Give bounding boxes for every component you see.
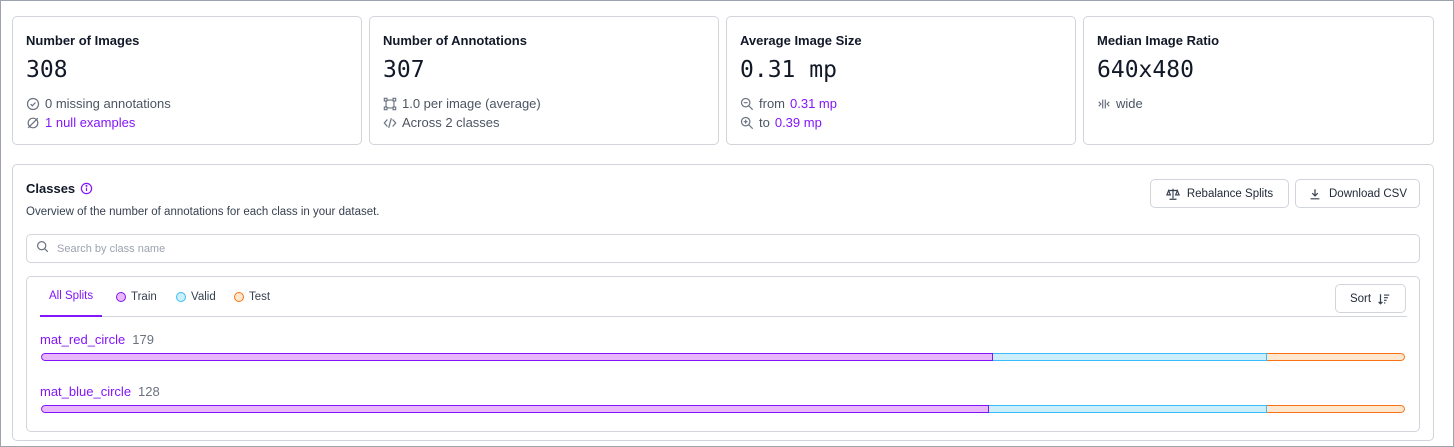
train-segment bbox=[41, 405, 989, 413]
class-row-0: mat_red_circle 179 bbox=[40, 332, 1405, 361]
test-segment bbox=[1267, 353, 1405, 361]
code-icon bbox=[383, 116, 397, 130]
search-input[interactable] bbox=[57, 242, 1357, 255]
tab-train-label: Train bbox=[131, 291, 157, 303]
stat-value: 640x480 bbox=[1097, 57, 1194, 83]
train-segment bbox=[41, 353, 994, 361]
tab-valid[interactable]: Valid bbox=[176, 277, 216, 317]
download-csv-label: Download CSV bbox=[1329, 187, 1407, 200]
sort-icon bbox=[1377, 292, 1391, 306]
tab-train[interactable]: Train bbox=[116, 277, 157, 317]
stat-title: Average Image Size bbox=[740, 33, 862, 48]
info-icon[interactable] bbox=[80, 182, 93, 195]
valid-segment bbox=[993, 353, 1268, 361]
stat-card-size: Average Image Size 0.31 mp from 0.31 mp … bbox=[726, 16, 1076, 145]
stat-value: 307 bbox=[383, 57, 425, 83]
class-splits-panel: All Splits Train Valid Test Sort mat_red… bbox=[26, 276, 1420, 432]
size-from-line: from 0.31 mp bbox=[740, 94, 1062, 113]
tab-all-splits-label: All Splits bbox=[49, 290, 94, 302]
per-image-text: 1.0 per image (average) bbox=[402, 96, 541, 111]
download-icon bbox=[1308, 187, 1322, 201]
tab-valid-label: Valid bbox=[191, 291, 216, 303]
bounding-box-icon bbox=[383, 97, 397, 111]
zoom-in-icon bbox=[740, 116, 754, 130]
test-segment bbox=[1267, 405, 1405, 413]
size-to-value[interactable]: 0.39 mp bbox=[775, 113, 822, 132]
size-to-prefix: to bbox=[759, 115, 770, 130]
missing-annotations-text: 0 missing annotations bbox=[45, 96, 171, 111]
tab-test[interactable]: Test bbox=[234, 277, 270, 317]
stat-value: 308 bbox=[26, 57, 68, 83]
stat-title: Number of Annotations bbox=[383, 33, 527, 48]
class-label: mat_blue_circle 128 bbox=[40, 384, 1405, 400]
null-examples-link[interactable]: 1 null examples bbox=[45, 113, 135, 132]
ratio-line: wide bbox=[1097, 94, 1420, 113]
stat-title: Number of Images bbox=[26, 33, 140, 48]
classes-title: Classes bbox=[26, 181, 76, 196]
stat-card-annotations: Number of Annotations 307 1.0 per image … bbox=[369, 16, 719, 145]
class-name[interactable]: mat_blue_circle bbox=[40, 384, 131, 400]
stat-title: Median Image Ratio bbox=[1097, 33, 1220, 48]
null-set-icon bbox=[26, 116, 40, 130]
size-from-prefix: from bbox=[759, 96, 785, 111]
class-label: mat_red_circle 179 bbox=[40, 332, 1405, 348]
split-tabs: All Splits Train Valid Test bbox=[40, 277, 1407, 317]
class-search[interactable] bbox=[26, 234, 1420, 263]
per-image-line: 1.0 per image (average) bbox=[383, 94, 705, 113]
size-from-value[interactable]: 0.31 mp bbox=[790, 94, 837, 113]
compress-horizontal-icon bbox=[1097, 97, 1111, 111]
across-classes-line: Across 2 classes bbox=[383, 113, 705, 132]
search-icon bbox=[36, 240, 49, 258]
sort-label: Sort bbox=[1349, 292, 1372, 305]
zoom-out-icon bbox=[740, 97, 754, 111]
split-bar bbox=[41, 353, 1405, 361]
ratio-text: wide bbox=[1116, 96, 1143, 111]
class-name[interactable]: mat_red_circle bbox=[40, 332, 125, 348]
scale-icon bbox=[1165, 187, 1180, 201]
tab-test-label: Test bbox=[249, 291, 271, 303]
download-csv-button[interactable]: Download CSV bbox=[1295, 179, 1420, 208]
sort-button[interactable]: Sort bbox=[1335, 284, 1406, 313]
train-dot bbox=[116, 292, 126, 302]
test-dot bbox=[234, 292, 244, 302]
rebalance-splits-button[interactable]: Rebalance Splits bbox=[1150, 179, 1289, 208]
classes-subtitle: Overview of the number of annotations fo… bbox=[26, 206, 380, 218]
tab-all-splits[interactable]: All Splits bbox=[40, 277, 103, 317]
across-classes-text: Across 2 classes bbox=[402, 115, 500, 130]
null-examples-line[interactable]: 1 null examples bbox=[26, 113, 348, 132]
check-circle-icon bbox=[26, 97, 40, 111]
rebalance-splits-label: Rebalance Splits bbox=[1186, 187, 1274, 200]
missing-annotations-line: 0 missing annotations bbox=[26, 94, 348, 113]
valid-dot bbox=[176, 292, 186, 302]
class-count: 128 bbox=[138, 384, 160, 399]
stat-value: 0.31 mp bbox=[740, 57, 837, 83]
class-count: 179 bbox=[132, 332, 154, 347]
classes-heading: Classes bbox=[26, 181, 93, 196]
class-row-1: mat_blue_circle 128 bbox=[40, 384, 1405, 413]
size-to-line: to 0.39 mp bbox=[740, 113, 1062, 132]
stat-card-ratio: Median Image Ratio 640x480 wide bbox=[1083, 16, 1434, 145]
classes-panel: Classes Overview of the number of annota… bbox=[12, 164, 1434, 441]
valid-segment bbox=[988, 405, 1268, 413]
split-bar bbox=[41, 405, 1405, 413]
stat-card-images: Number of Images 308 0 missing annotatio… bbox=[12, 16, 362, 145]
